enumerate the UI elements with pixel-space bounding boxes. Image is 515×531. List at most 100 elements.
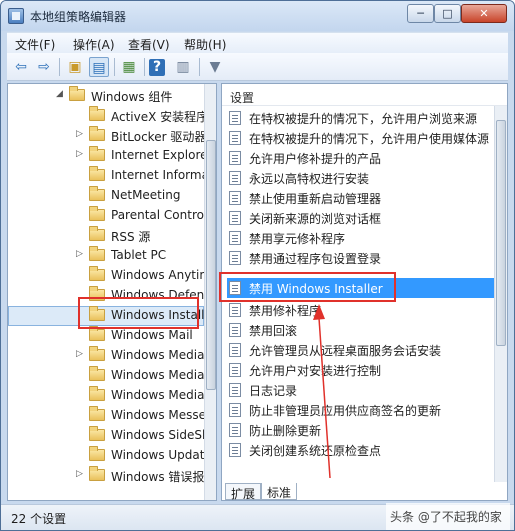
tree-item[interactable]: Windows Messenger (8, 406, 216, 426)
toolbar-separator (144, 58, 145, 76)
folder-icon (89, 466, 105, 481)
export-icon[interactable]: ▦ (119, 57, 139, 77)
properties-icon[interactable]: ▥ (173, 57, 193, 77)
setting-row[interactable]: 禁用修补程序 (227, 300, 494, 320)
help-icon[interactable]: ? (149, 59, 165, 76)
expand-arrow-icon[interactable]: ▷ (76, 469, 83, 479)
tree-item-label: Windows Media (111, 388, 205, 402)
forward-arrow-icon[interactable]: ⇨ (34, 57, 54, 77)
expand-arrow-icon[interactable]: ▷ (76, 249, 83, 259)
tree-item-label: Windows SideShow (111, 428, 217, 442)
show-tree-icon[interactable]: ▤ (89, 57, 109, 77)
policy-setting-icon (229, 323, 241, 337)
policy-setting-icon (229, 151, 241, 165)
tree-scrollbar[interactable] (204, 84, 216, 500)
folder-icon (89, 186, 105, 201)
tree-scrollbar-thumb[interactable] (206, 140, 216, 390)
title-bar[interactable]: 本地组策略编辑器 ─ □ ✕ (1, 1, 514, 31)
setting-row[interactable]: 在特权被提升的情况下，允许用户使用媒体源 (227, 128, 494, 148)
settings-column-header[interactable]: 设置 (222, 84, 507, 106)
setting-row[interactable]: 关闭新来源的浏览对话框 (227, 208, 494, 228)
tree-item[interactable]: ▷ Windows Media (8, 346, 204, 366)
tree-item[interactable]: ▷ BitLocker 驱动器 (8, 126, 206, 146)
setting-row[interactable]: 允许管理员从远程桌面服务会话安装 (227, 340, 494, 360)
tree-item-label: Windows 组件 (91, 90, 173, 104)
tree-item-label: Internet Explorer (111, 148, 213, 162)
tab-extended[interactable]: 扩展 (225, 483, 262, 501)
tree-item[interactable]: Windows Update (8, 446, 212, 466)
tree-item-label: ActiveX 安装程序 (111, 110, 209, 124)
minimize-button[interactable]: ─ (407, 4, 434, 23)
setting-label: 关闭新来源的浏览对话框 (249, 212, 382, 226)
tree-item[interactable]: Windows Media (8, 386, 204, 406)
tree-item[interactable]: ◢ Windows 组件 (8, 86, 204, 106)
tree-item[interactable]: RSS 源 (8, 226, 204, 246)
folder-icon (89, 446, 105, 461)
tree-item[interactable]: Windows SideShow (8, 426, 216, 446)
setting-label: 关闭创建系统还原检查点 (249, 444, 382, 458)
expand-arrow-icon[interactable]: ▷ (76, 149, 83, 159)
tree-item-label: Tablet PC (111, 248, 167, 262)
status-setting-count: 22 个设置 (11, 512, 67, 526)
menu-file[interactable]: 文件(F) (15, 36, 55, 53)
setting-label: 禁止使用重新启动管理器 (249, 192, 382, 206)
expand-arrow-icon[interactable]: ▷ (76, 349, 83, 359)
filter-icon[interactable]: ▼ (205, 57, 225, 77)
tree-item[interactable]: ActiveX 安装程序 (8, 106, 208, 126)
setting-row[interactable]: 禁用享元修补程序 (227, 228, 494, 248)
setting-row[interactable]: 防止非管理员应用供应商签名的更新 (227, 400, 494, 420)
tree-item[interactable]: Windows Anytime (8, 266, 216, 286)
setting-row[interactable]: 允许用户对安装进行控制 (227, 360, 494, 380)
menu-action[interactable]: 操作(A) (73, 36, 115, 53)
tree-item[interactable]: ▷ Tablet PC (8, 246, 204, 266)
back-arrow-icon[interactable]: ⇦ (11, 57, 31, 77)
tree-item[interactable]: NetMeeting (8, 186, 204, 206)
folder-icon (89, 326, 105, 341)
highlight-box-tree (78, 297, 199, 329)
tree-item[interactable]: ▷ Windows 错误报告 (8, 466, 216, 486)
setting-row[interactable]: 永远以高特权进行安装 (227, 168, 494, 188)
expand-arrow-icon[interactable]: ▷ (76, 129, 83, 139)
tab-standard[interactable]: 标准 (261, 483, 298, 500)
maximize-button[interactable]: □ (434, 4, 461, 23)
setting-row[interactable]: 防止删除更新 (227, 420, 494, 440)
expand-arrow-icon[interactable]: ◢ (56, 89, 63, 99)
settings-column-label: 设置 (230, 91, 255, 105)
setting-row[interactable]: 在特权被提升的情况下，允许用户浏览来源 (227, 108, 494, 128)
setting-label: 防止删除更新 (249, 424, 322, 438)
menu-help[interactable]: 帮助(H) (184, 36, 226, 53)
setting-row[interactable]: 禁用回滚 (227, 320, 494, 340)
menu-view[interactable]: 查看(V) (128, 36, 170, 53)
folder-icon (89, 106, 105, 121)
tree-item[interactable]: Internet Information (8, 166, 216, 186)
setting-row[interactable]: 禁止使用重新启动管理器 (227, 188, 494, 208)
view-tabs: 扩展 标准 (221, 483, 508, 501)
tree-item[interactable]: Parental Controls (8, 206, 214, 226)
tree-item[interactable]: Windows Media (8, 366, 204, 386)
setting-label: 禁用通过程序包设置登录 (249, 252, 382, 266)
setting-row[interactable]: 禁用通过程序包设置登录 (227, 248, 494, 268)
policy-setting-icon (229, 191, 241, 205)
folder-icon (89, 266, 105, 281)
setting-row[interactable]: 日志记录 (227, 380, 494, 400)
tree-item-label: Windows Messenger (111, 408, 216, 422)
folder-icon (89, 226, 105, 241)
settings-scrollbar-thumb[interactable] (496, 120, 506, 346)
close-button[interactable]: ✕ (461, 4, 507, 23)
setting-row[interactable]: 关闭创建系统还原检查点 (227, 440, 494, 460)
policy-setting-icon (229, 211, 241, 225)
tree-item-label: Windows 错误报告 (111, 470, 217, 484)
toolbar-separator (199, 58, 200, 76)
folder-icon (89, 406, 105, 421)
settings-scrollbar[interactable] (494, 106, 507, 482)
up-folder-icon[interactable]: ▣ (65, 57, 85, 77)
setting-row[interactable]: 允许用户修补提升的产品 (227, 148, 494, 168)
policy-setting-icon (229, 171, 241, 185)
setting-label: 在特权被提升的情况下，允许用户浏览来源 (249, 112, 478, 126)
folder-icon (89, 126, 105, 141)
tree-item[interactable]: ▷ Internet Explorer (8, 146, 212, 166)
highlight-box-setting (219, 272, 396, 302)
tree-item[interactable]: Windows Mail (8, 326, 204, 346)
setting-label: 日志记录 (249, 384, 298, 398)
tree-pane[interactable]: ◢ Windows 组件 ActiveX 安装程序 ▷ BitLocker 驱动… (7, 83, 217, 501)
